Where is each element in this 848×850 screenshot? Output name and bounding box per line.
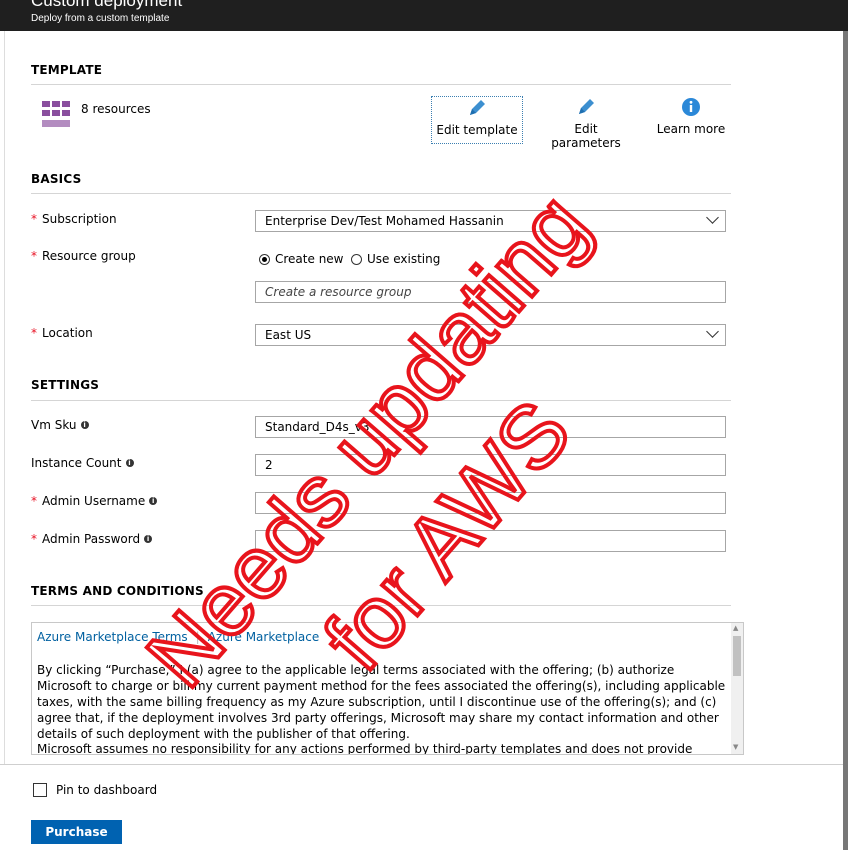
instance-count-label: Instance Count i: [31, 456, 134, 470]
blade-header: Custom deployment Deploy from a custom t…: [0, 0, 848, 31]
divider: [31, 193, 731, 194]
radio-selected-icon: [259, 253, 270, 265]
edit-template-label: Edit template: [436, 123, 518, 137]
blade-title: Custom deployment: [31, 0, 183, 10]
pencil-icon: [470, 100, 485, 115]
edit-template-button[interactable]: Edit template: [431, 96, 523, 144]
scroll-thumb[interactable]: [733, 636, 741, 676]
admin-username-label: * Admin Username i: [31, 494, 158, 508]
required-asterisk: *: [31, 326, 37, 340]
scroll-down-icon[interactable]: ▼: [733, 743, 738, 751]
terms-box[interactable]: Azure Marketplace Terms | Azure Marketpl…: [31, 622, 744, 755]
subscription-label: * Subscription: [31, 212, 117, 226]
admin-password-input[interactable]: [255, 530, 726, 552]
checkbox-icon: [33, 783, 47, 797]
divider: [31, 84, 731, 85]
info-icon: [682, 98, 700, 116]
info-icon[interactable]: i: [144, 535, 153, 543]
required-asterisk: *: [31, 532, 37, 546]
right-scrollbar[interactable]: [843, 31, 848, 850]
radio-unselected-icon: [351, 253, 362, 265]
azure-marketplace-terms-link[interactable]: Azure Marketplace Terms: [37, 630, 188, 644]
vm-sku-label: Vm Sku i: [31, 418, 89, 432]
create-new-radio[interactable]: Create new: [259, 252, 344, 266]
info-icon[interactable]: i: [80, 421, 89, 429]
blade-subtitle: Deploy from a custom template: [31, 13, 170, 24]
divider: [31, 400, 731, 401]
instance-count-input[interactable]: 2: [255, 454, 726, 476]
required-asterisk: *: [31, 212, 37, 226]
required-asterisk: *: [31, 494, 37, 508]
divider: [31, 605, 731, 606]
terms-links: Azure Marketplace Terms | Azure Marketpl…: [37, 630, 319, 644]
use-existing-radio[interactable]: Use existing: [351, 252, 440, 266]
terms-scrollbar[interactable]: ▲ ▼: [731, 623, 743, 754]
resource-count: 8 resources: [81, 102, 151, 116]
admin-password-label: * Admin Password i: [31, 532, 153, 546]
edit-parameters-button[interactable]: Edit parameters: [541, 96, 631, 150]
admin-username-input[interactable]: [255, 492, 726, 514]
resource-group-input[interactable]: Create a resource group: [255, 281, 726, 303]
chevron-down-icon: [706, 211, 719, 224]
info-icon[interactable]: i: [149, 497, 158, 505]
section-title-settings: SETTINGS: [31, 378, 100, 392]
section-title-basics: BASICS: [31, 172, 82, 186]
vm-sku-input[interactable]: Standard_D4s_v3: [255, 416, 726, 438]
section-title-terms: TERMS AND CONDITIONS: [31, 584, 204, 598]
azure-marketplace-link[interactable]: Azure Marketplace: [208, 630, 320, 644]
terms-paragraph: By clicking “Purchase,” I (a) agree to t…: [37, 663, 726, 741]
scroll-up-icon[interactable]: ▲: [733, 624, 738, 632]
pencil-icon: [579, 99, 594, 114]
chevron-down-icon: [706, 325, 719, 338]
section-title-template: TEMPLATE: [31, 63, 103, 77]
learn-more-label: Learn more: [656, 122, 726, 136]
location-label: * Location: [31, 326, 93, 340]
template-icon: [42, 101, 70, 127]
terms-paragraph: Microsoft assumes no responsibility for …: [37, 742, 693, 755]
link-separator: |: [195, 630, 200, 644]
purchase-button[interactable]: Purchase: [31, 820, 122, 844]
edit-parameters-label: Edit parameters: [551, 122, 621, 150]
pin-to-dashboard-checkbox[interactable]: Pin to dashboard: [33, 783, 157, 797]
left-edge: [0, 31, 5, 764]
resource-group-label: * Resource group: [31, 249, 136, 263]
footer-divider: [0, 764, 843, 765]
learn-more-button[interactable]: Learn more: [651, 96, 731, 142]
subscription-dropdown[interactable]: Enterprise Dev/Test Mohamed Hassanin: [255, 210, 726, 232]
location-dropdown[interactable]: East US: [255, 324, 726, 346]
required-asterisk: *: [31, 249, 37, 263]
info-icon[interactable]: i: [125, 459, 134, 467]
